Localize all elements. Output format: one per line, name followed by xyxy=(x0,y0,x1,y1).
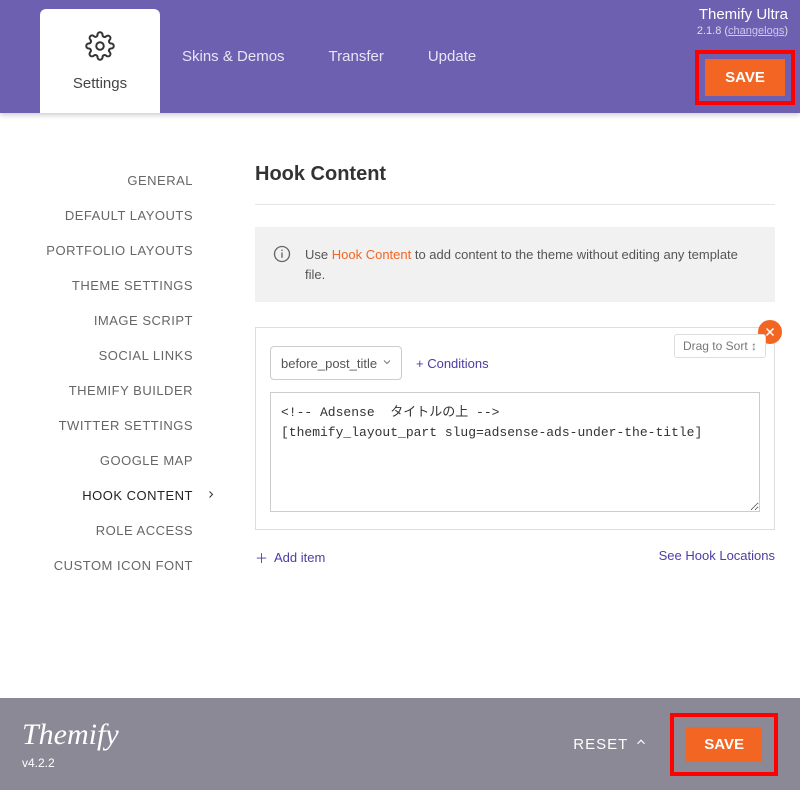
tab-skins[interactable]: Skins & Demos xyxy=(160,0,307,113)
sidebar-item-image-script[interactable]: IMAGE SCRIPT xyxy=(0,303,205,338)
sidebar-item-themify-builder[interactable]: THEMIFY BUILDER xyxy=(0,373,205,408)
page-title: Hook Content xyxy=(255,163,775,205)
see-hook-locations-link[interactable]: See Hook Locations xyxy=(659,548,775,567)
sidebar-item-custom-icon-font[interactable]: CUSTOM ICON FONT xyxy=(0,548,205,583)
sidebar-item-role-access[interactable]: ROLE ACCESS xyxy=(0,513,205,548)
main-panel: Hook Content Use Hook Content to add con… xyxy=(225,163,800,698)
info-notice: Use Hook Content to add content to the t… xyxy=(255,227,775,302)
sort-arrows-icon: ↕ xyxy=(751,339,757,353)
changelogs-link[interactable]: changelogs xyxy=(728,25,784,37)
sidebar-item-general[interactable]: GENERAL xyxy=(0,163,205,198)
sidebar-item-portfolio-layouts[interactable]: PORTFOLIO LAYOUTS xyxy=(0,233,205,268)
tab-update[interactable]: Update xyxy=(406,0,498,113)
save-highlight-bottom: SAVE xyxy=(670,713,778,776)
brand-logo-text: Themify xyxy=(22,718,119,752)
chevron-right-icon xyxy=(205,487,217,504)
gear-icon xyxy=(85,31,115,65)
tab-label-settings: Settings xyxy=(73,75,127,92)
sidebar-item-default-layouts[interactable]: DEFAULT LAYOUTS xyxy=(0,198,205,233)
tab-settings[interactable]: Settings xyxy=(40,9,160,113)
drag-sort-label: Drag to Sort xyxy=(683,339,748,353)
tab-label-skins: Skins & Demos xyxy=(182,48,285,65)
hook-position-value: before_post_title xyxy=(281,356,377,371)
plus-icon: ＋ xyxy=(255,548,268,567)
tab-label-update: Update xyxy=(428,48,476,65)
sidebar-item-theme-settings[interactable]: THEME SETTINGS xyxy=(0,268,205,303)
conditions-link[interactable]: + Conditions xyxy=(416,356,489,371)
sidebar-item-google-map[interactable]: GOOGLE MAP xyxy=(0,443,205,478)
footer-brand-block: Themify v4.2.2 xyxy=(22,718,119,770)
footer-actions: RESET SAVE xyxy=(573,713,778,776)
save-button-bottom[interactable]: SAVE xyxy=(686,727,762,762)
theme-version: 2.1.8 xyxy=(697,25,721,37)
notice-hook-content-link[interactable]: Hook Content xyxy=(332,247,412,262)
reset-button[interactable]: RESET xyxy=(573,735,648,753)
header-meta: Themify Ultra 2.1.8 (changelogs) xyxy=(697,6,788,37)
drag-sort-handle[interactable]: Drag to Sort ↕ xyxy=(674,334,766,358)
hook-footer-row: ＋ Add item See Hook Locations xyxy=(255,548,775,567)
sidebar-item-social-links[interactable]: SOCIAL LINKS xyxy=(0,338,205,373)
hook-position-select[interactable]: before_post_title xyxy=(270,346,402,380)
chevron-down-icon xyxy=(381,356,393,371)
top-tabs: Settings Skins & Demos Transfer Update xyxy=(40,0,498,113)
settings-sidebar: GENERAL DEFAULT LAYOUTS PORTFOLIO LAYOUT… xyxy=(0,163,225,698)
body-layout: GENERAL DEFAULT LAYOUTS PORTFOLIO LAYOUT… xyxy=(0,113,800,698)
sidebar-item-hook-content[interactable]: HOOK CONTENT xyxy=(0,478,205,513)
framework-version: v4.2.2 xyxy=(22,756,119,770)
save-button-top[interactable]: SAVE xyxy=(705,59,785,96)
hook-item-box: Drag to Sort ↕ before_post_title + Condi… xyxy=(255,327,775,530)
save-highlight-top: SAVE xyxy=(695,50,795,105)
reset-label: RESET xyxy=(573,736,628,753)
notice-text-pre: Use xyxy=(305,247,332,262)
theme-name: Themify Ultra xyxy=(697,6,788,23)
header-bar: Settings Skins & Demos Transfer Update T… xyxy=(0,0,800,113)
sidebar-label-hook-content: HOOK CONTENT xyxy=(82,488,193,503)
chevron-up-icon xyxy=(634,735,648,753)
tab-transfer[interactable]: Transfer xyxy=(307,0,406,113)
add-item-button[interactable]: ＋ Add item xyxy=(255,548,325,567)
hook-code-textarea[interactable] xyxy=(270,392,760,512)
sidebar-item-twitter-settings[interactable]: TWITTER SETTINGS xyxy=(0,408,205,443)
add-item-label: Add item xyxy=(274,550,325,565)
tab-label-transfer: Transfer xyxy=(329,48,384,65)
theme-version-row: 2.1.8 (changelogs) xyxy=(697,25,788,37)
footer-bar: Themify v4.2.2 RESET SAVE xyxy=(0,698,800,790)
info-icon xyxy=(273,245,291,269)
